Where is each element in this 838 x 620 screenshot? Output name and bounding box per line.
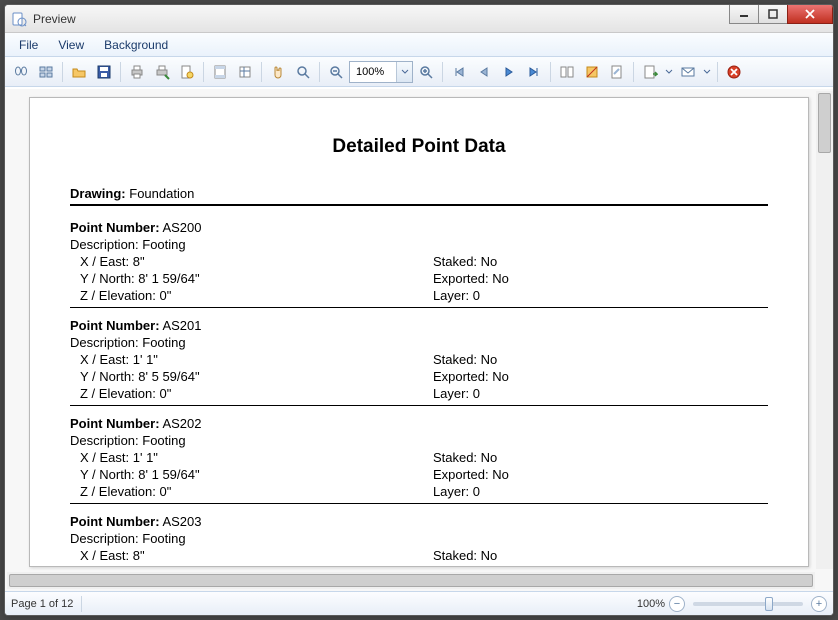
zoom-slider[interactable]	[693, 602, 803, 606]
document-viewport: Detailed Point Data Drawing: Foundation …	[5, 89, 833, 591]
zoom-out-icon[interactable]	[324, 60, 348, 84]
export-icon[interactable]	[638, 60, 662, 84]
export-menu-icon[interactable]	[663, 60, 675, 84]
close-button[interactable]	[787, 4, 833, 24]
print-icon[interactable]	[125, 60, 149, 84]
point-block: Point Number: AS201 Description: Footing…	[70, 318, 768, 406]
zoom-plus-button[interactable]: +	[811, 596, 827, 612]
hand-tool-icon[interactable]	[266, 60, 290, 84]
last-page-icon[interactable]	[522, 60, 546, 84]
window-controls	[729, 5, 833, 24]
menu-view[interactable]: View	[50, 36, 92, 54]
toolbar-separator	[717, 62, 718, 82]
app-icon	[11, 11, 27, 27]
multipage-icon[interactable]	[555, 60, 579, 84]
point-block: Point Number: AS200 Description: Footing…	[70, 220, 768, 308]
toolbar-separator	[62, 62, 63, 82]
titlebar: Preview	[5, 5, 833, 33]
report-title: Detailed Point Data	[70, 136, 768, 158]
prev-page-icon[interactable]	[472, 60, 496, 84]
toolbar-separator	[442, 62, 443, 82]
menu-background[interactable]: Background	[96, 36, 176, 54]
save-icon[interactable]	[92, 60, 116, 84]
rule-heavy	[70, 204, 768, 206]
find-icon[interactable]	[9, 60, 33, 84]
drawing-line: Drawing: Foundation	[70, 186, 768, 201]
horizontal-scrollbar[interactable]	[7, 572, 815, 589]
header-footer-icon[interactable]	[208, 60, 232, 84]
rule-thin	[70, 503, 768, 504]
scroll-thumb[interactable]	[9, 574, 813, 587]
first-page-icon[interactable]	[447, 60, 471, 84]
document-content: Detailed Point Data Drawing: Foundation …	[30, 98, 808, 567]
toolbar-separator	[550, 62, 551, 82]
statusbar: Page 1 of 12 100% − +	[5, 591, 833, 615]
zoom-value: 100%	[350, 66, 396, 78]
quick-print-icon[interactable]	[150, 60, 174, 84]
page-counter: Page 1 of 12	[11, 598, 73, 610]
window-title: Preview	[33, 12, 76, 26]
zoom-combo[interactable]: 100%	[349, 61, 413, 83]
point-block: Point Number: AS202 Description: Footing…	[70, 416, 768, 504]
email-icon[interactable]	[676, 60, 700, 84]
scroll-thumb[interactable]	[818, 93, 831, 153]
point-block: Point Number: AS203 Description: Footing…	[70, 514, 768, 567]
page-canvas: Detailed Point Data Drawing: Foundation …	[29, 97, 809, 567]
toolbar-separator	[319, 62, 320, 82]
menu-file[interactable]: File	[11, 36, 46, 54]
chevron-down-icon[interactable]	[396, 62, 412, 82]
preview-window: Preview File View Background 100%	[4, 4, 834, 616]
toolbar-separator	[261, 62, 262, 82]
menubar: File View Background	[5, 33, 833, 57]
maximize-button[interactable]	[758, 4, 788, 24]
toolbar: 100%	[5, 57, 833, 87]
thumbnails-icon[interactable]	[34, 60, 58, 84]
zoom-in-icon[interactable]	[414, 60, 438, 84]
slider-knob[interactable]	[765, 597, 773, 611]
scale-icon[interactable]	[233, 60, 257, 84]
page-setup-icon[interactable]	[175, 60, 199, 84]
vertical-scrollbar[interactable]	[816, 91, 833, 569]
drawing-label: Drawing:	[70, 186, 126, 201]
rule-thin	[70, 405, 768, 406]
watermark-icon[interactable]	[605, 60, 629, 84]
rule-thin	[70, 307, 768, 308]
toolbar-separator	[633, 62, 634, 82]
minimize-button[interactable]	[729, 4, 759, 24]
next-page-icon[interactable]	[497, 60, 521, 84]
status-zoom: 100%	[637, 598, 665, 610]
email-menu-icon[interactable]	[701, 60, 713, 84]
zoom-minus-button[interactable]: −	[669, 596, 685, 612]
status-separator	[81, 596, 82, 612]
drawing-value: Foundation	[129, 186, 194, 201]
toolbar-separator	[203, 62, 204, 82]
toolbar-separator	[120, 62, 121, 82]
color-icon[interactable]	[580, 60, 604, 84]
exit-icon[interactable]	[722, 60, 746, 84]
magnifier-icon[interactable]	[291, 60, 315, 84]
open-icon[interactable]	[67, 60, 91, 84]
